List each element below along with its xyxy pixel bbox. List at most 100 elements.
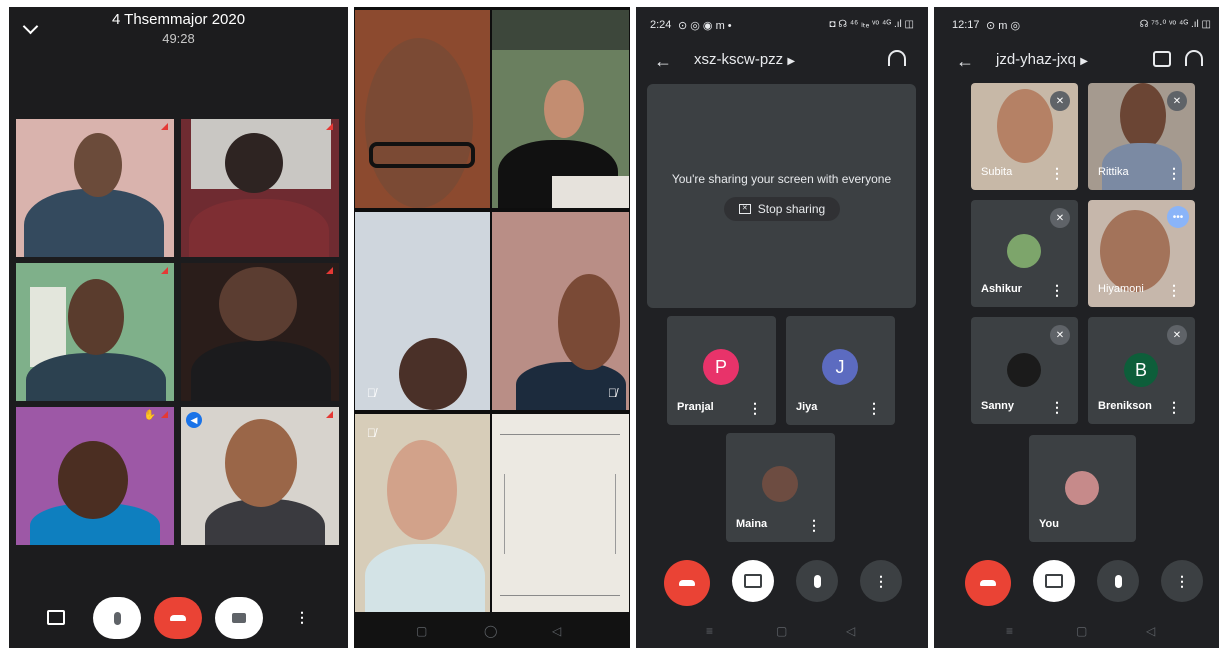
more-vert-icon: ⋮ bbox=[874, 572, 888, 589]
status-right-icons: ◘ ☊ ⁴⁶ ₗₜₑ ᵛᵒ ⁴ᴳ .ıl ◫ bbox=[829, 19, 914, 30]
video-tile[interactable] bbox=[355, 10, 490, 208]
more-horiz-icon: ••• bbox=[1167, 206, 1189, 228]
mic-button[interactable] bbox=[93, 597, 141, 639]
video-tile[interactable]: ✋ bbox=[16, 407, 174, 545]
person-face bbox=[1100, 210, 1170, 292]
status-time: 12:17 bbox=[952, 19, 980, 31]
recording-indicator-icon bbox=[326, 123, 333, 130]
mic-icon bbox=[113, 611, 121, 625]
end-call-button[interactable] bbox=[664, 560, 710, 606]
handwritten-notes bbox=[504, 474, 616, 554]
chat-icon[interactable] bbox=[47, 610, 65, 625]
participant-tile-self[interactable]: You bbox=[1029, 435, 1136, 542]
more-options-button[interactable]: ⋮ bbox=[860, 560, 902, 602]
back-arrow-icon[interactable]: ← bbox=[654, 51, 672, 72]
video-tile[interactable] bbox=[492, 414, 629, 612]
stop-sharing-button[interactable]: ✕ Stop sharing bbox=[724, 197, 840, 221]
person-face bbox=[225, 419, 297, 507]
home-nav-icon[interactable]: ▢ bbox=[1076, 624, 1087, 638]
participant-name: Brenikson bbox=[1098, 400, 1152, 412]
video-tile[interactable] bbox=[16, 263, 174, 401]
end-call-button[interactable] bbox=[965, 560, 1011, 606]
back-arrow-icon[interactable]: ← bbox=[956, 51, 974, 72]
person-face bbox=[68, 279, 124, 355]
more-vert-icon[interactable]: ⋮ bbox=[1167, 166, 1181, 180]
more-vert-icon[interactable]: ⋮ bbox=[1050, 283, 1064, 297]
caret-right-icon: ▶ bbox=[787, 56, 796, 67]
switch-camera-icon[interactable] bbox=[1153, 51, 1171, 67]
person-face bbox=[558, 274, 620, 370]
participant-tile[interactable]: B ✕ Brenikson ⋮ bbox=[1088, 317, 1195, 424]
video-tile[interactable] bbox=[16, 119, 174, 257]
more-vert-icon[interactable]: ⋮ bbox=[1167, 400, 1181, 414]
video-tile[interactable] bbox=[492, 10, 629, 208]
headset-icon[interactable] bbox=[888, 50, 906, 66]
more-vert-icon[interactable]: ⋮ bbox=[1050, 166, 1064, 180]
paper-sheet bbox=[552, 176, 629, 208]
stop-share-icon: ✕ bbox=[738, 204, 751, 214]
more-vert-icon[interactable]: ⋮ bbox=[807, 518, 821, 532]
avatar: B bbox=[1124, 353, 1158, 387]
stop-sharing-label: Stop sharing bbox=[757, 202, 826, 216]
video-tile[interactable]: 🎙̸ bbox=[355, 414, 490, 612]
participant-tile[interactable]: ✕ Subita ⋮ bbox=[971, 83, 1078, 190]
status-icons: ⊙ m ◎ bbox=[986, 20, 1021, 32]
back-nav-icon[interactable]: ◁ bbox=[1146, 624, 1155, 638]
video-tile[interactable]: 🎙̸ bbox=[492, 212, 629, 410]
avatar: P bbox=[703, 349, 739, 385]
mic-off-icon: ✕ bbox=[1050, 91, 1070, 111]
participant-tile[interactable]: J Jiya ⋮ bbox=[786, 316, 895, 425]
meeting-code[interactable]: xsz-kscw-pzz ▶ bbox=[694, 51, 795, 68]
avatar: J bbox=[822, 349, 858, 385]
camera-off-button[interactable] bbox=[732, 560, 774, 602]
participant-tile[interactable]: ✕ Ashikur ⋮ bbox=[971, 200, 1078, 307]
participant-name: Jiya bbox=[796, 401, 818, 413]
meeting-code[interactable]: jzd-yhaz-jxq ▶ bbox=[996, 51, 1088, 68]
person-face bbox=[365, 38, 473, 208]
person-face bbox=[219, 267, 297, 341]
back-nav-icon[interactable]: ◁ bbox=[552, 624, 561, 638]
participant-tile[interactable]: Maina ⋮ bbox=[726, 433, 835, 542]
camera-off-button[interactable] bbox=[1033, 560, 1075, 602]
recents-nav-icon[interactable]: ▢ bbox=[416, 624, 427, 638]
mic-off-icon: 🎙̸ bbox=[367, 386, 376, 400]
person-face bbox=[74, 133, 122, 197]
video-tile[interactable]: ◀ bbox=[181, 407, 339, 545]
menu-nav-icon[interactable]: ≡ bbox=[706, 624, 713, 638]
participant-tile[interactable]: P Pranjal ⋮ bbox=[667, 316, 776, 425]
mic-button[interactable] bbox=[1097, 560, 1139, 602]
more-vert-icon[interactable]: ⋮ bbox=[295, 609, 309, 626]
participant-name: Pranjal bbox=[677, 401, 714, 413]
more-vert-icon[interactable]: ⋮ bbox=[748, 401, 762, 415]
home-nav-icon[interactable]: ◯ bbox=[484, 624, 497, 638]
camera-button[interactable] bbox=[215, 597, 263, 639]
more-options-button[interactable]: ⋮ bbox=[1161, 560, 1203, 602]
end-call-button[interactable] bbox=[154, 597, 202, 639]
menu-nav-icon[interactable]: ≡ bbox=[1006, 624, 1013, 638]
raised-hand-icon: ✋ bbox=[143, 410, 156, 421]
headset-icon[interactable] bbox=[1185, 50, 1203, 66]
participant-tile[interactable]: ••• Hiyamoni ⋮ bbox=[1088, 200, 1195, 307]
more-vert-icon[interactable]: ⋮ bbox=[1167, 283, 1181, 297]
mic-off-icon: ✕ bbox=[1050, 208, 1070, 228]
video-tile[interactable] bbox=[181, 263, 339, 401]
mic-icon bbox=[1114, 574, 1122, 588]
recording-indicator-icon bbox=[326, 267, 333, 274]
avatar bbox=[762, 466, 798, 502]
participant-tile[interactable]: ✕ Sanny ⋮ bbox=[971, 317, 1078, 424]
video-tile[interactable] bbox=[181, 119, 339, 257]
mic-off-icon: 🎙̸ bbox=[367, 426, 376, 440]
mic-button[interactable] bbox=[796, 560, 838, 602]
status-icons: ⊙ ◎ ◉ m • bbox=[678, 20, 732, 32]
end-call-icon bbox=[170, 615, 186, 621]
participant-tile[interactable]: ✕ Rittika ⋮ bbox=[1088, 83, 1195, 190]
meet-call-screen-2: 🎙̸ 🎙̸ 🎙̸ ▢ ◯ ◁ bbox=[354, 7, 630, 648]
back-nav-icon[interactable]: ◁ bbox=[846, 624, 855, 638]
video-tile[interactable]: 🎙̸ bbox=[355, 212, 490, 410]
home-nav-icon[interactable]: ▢ bbox=[776, 624, 787, 638]
more-vert-icon[interactable]: ⋮ bbox=[1050, 400, 1064, 414]
caret-right-icon: ▶ bbox=[1080, 56, 1088, 67]
meet-call-screen-1: 4 Thsemmajor 2020 49:28 ✋ ◀ ⋮ bbox=[9, 7, 348, 648]
recording-indicator-icon bbox=[326, 411, 333, 418]
more-vert-icon[interactable]: ⋮ bbox=[867, 401, 881, 415]
